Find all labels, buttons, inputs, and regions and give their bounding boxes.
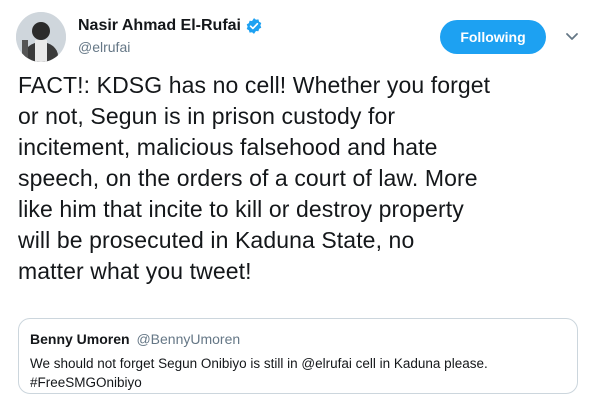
avatar[interactable] <box>16 12 66 62</box>
quoted-tweet-line: We should not forget Segun Onibiyo is st… <box>30 356 488 371</box>
name-row: Nasir Ahmad El-Rufai <box>78 17 263 35</box>
quoted-tweet-hashtag[interactable]: #FreeSMGOnibiyo <box>30 373 488 392</box>
chevron-down-icon[interactable] <box>564 28 580 44</box>
author-names: Nasir Ahmad El-Rufai @elrufai <box>78 17 263 55</box>
tweet-text-line: FACT!: KDSG has no cell! Whether you for… <box>18 72 491 98</box>
author-display-name[interactable]: Nasir Ahmad El-Rufai <box>78 17 241 35</box>
quoted-tweet[interactable]: Benny Umoren @BennyUmoren We should not … <box>18 318 578 394</box>
quoted-author-name: Benny Umoren <box>30 331 130 347</box>
tweet-header: Nasir Ahmad El-Rufai @elrufai Following <box>16 12 580 62</box>
quoted-tweet-text: We should not forget Segun Onibiyo is st… <box>30 354 488 392</box>
profile-photo-icon <box>16 12 66 62</box>
tweet-text-line: incitement, malicious falsehood and hate <box>18 134 438 160</box>
verified-badge-icon <box>246 18 262 34</box>
author-handle[interactable]: @elrufai <box>78 39 263 55</box>
following-button[interactable]: Following <box>440 20 546 54</box>
tweet-text: FACT!: KDSG has no cell! Whether you for… <box>18 70 584 287</box>
tweet-text-line: speech, on the orders of a court of law.… <box>18 165 478 191</box>
tweet-text-line: matter what you tweet! <box>18 258 252 284</box>
tweet-text-line: like him that incite to kill or destroy … <box>18 196 464 222</box>
tweet-text-line: will be prosecuted in Kaduna State, no <box>18 227 415 253</box>
quoted-tweet-header: Benny Umoren @BennyUmoren <box>30 331 240 347</box>
quoted-author-handle: @BennyUmoren <box>136 331 241 347</box>
tweet-text-line: or not, Segun is in prison custody for <box>18 103 396 129</box>
